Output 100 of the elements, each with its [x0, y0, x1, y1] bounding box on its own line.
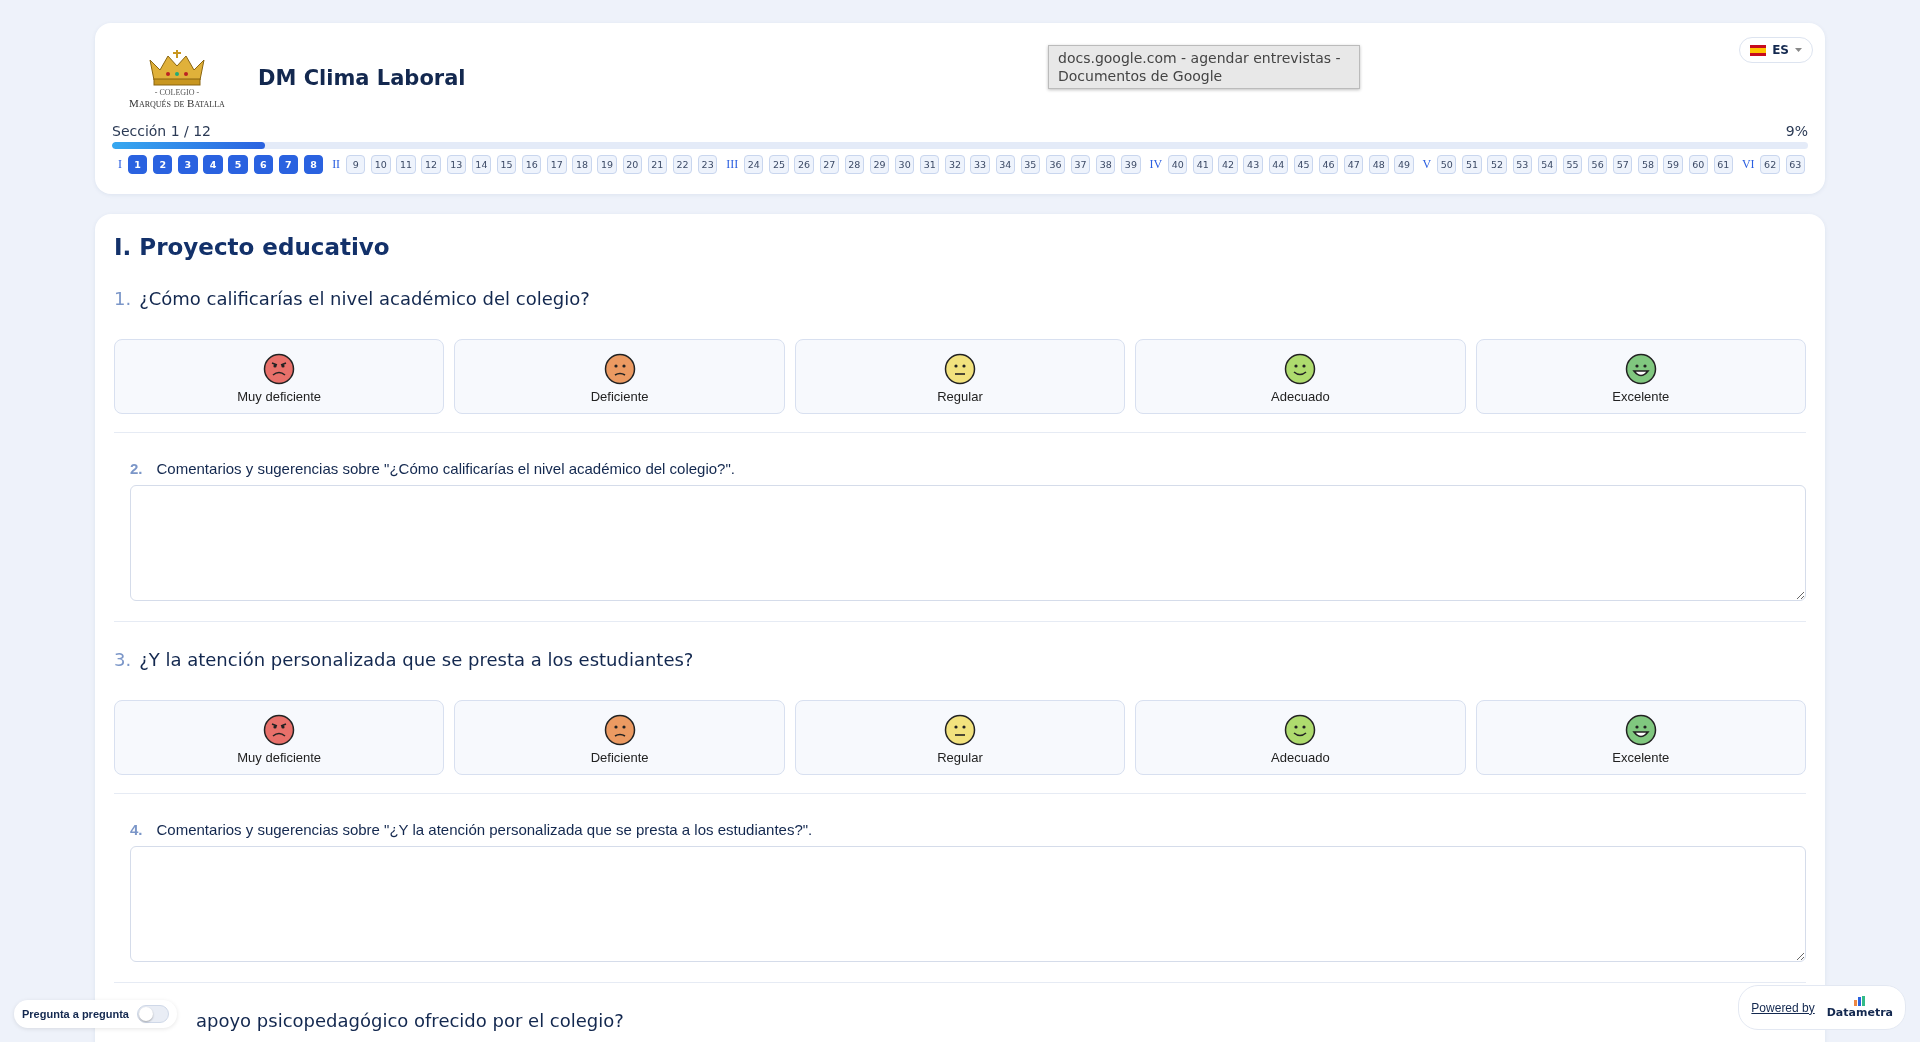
question-nav-chip[interactable]: 61 [1713, 155, 1734, 174]
bar-chart-icon [1853, 996, 1866, 1006]
question-nav-chip[interactable]: 45 [1293, 155, 1314, 174]
question-nav-chip[interactable]: 39 [1121, 155, 1141, 174]
question-text: apoyo psicopedagógico ofrecido por el colegio? [196, 1010, 624, 1031]
question-nav-chip[interactable]: 59 [1663, 155, 1683, 174]
face-icon [1284, 713, 1317, 746]
rating-option[interactable]: Regular [794, 339, 1126, 414]
section-numeral: IV [1149, 157, 1163, 172]
language-selector[interactable]: ES [1739, 37, 1813, 63]
question-nav-chip[interactable]: 62 [1760, 155, 1780, 174]
logo-name: Marqués de Batalla [129, 96, 225, 109]
rating-option[interactable]: Regular [794, 700, 1126, 775]
question-nav-chip[interactable]: 56 [1587, 155, 1608, 174]
section-numeral: VI [1741, 157, 1755, 172]
question-nav-chip[interactable]: 40 [1168, 155, 1188, 174]
question-nav-chip[interactable]: 29 [869, 155, 890, 174]
question-nav-chip[interactable]: 63 [1785, 155, 1805, 174]
rating-option[interactable]: Adecuado [1135, 339, 1466, 414]
question-nav-chip[interactable]: 15 [496, 155, 517, 174]
rating-option[interactable]: Deficiente [454, 700, 785, 775]
question-nav-chip[interactable]: 51 [1462, 155, 1482, 174]
question-nav-chip[interactable]: 25 [769, 155, 789, 174]
question-nav-chip[interactable]: 54 [1537, 155, 1558, 174]
section-title: I. Proyecto educativo [114, 234, 391, 260]
question-nav-chip[interactable]: 36 [1045, 155, 1066, 174]
rating-option[interactable]: Excelente [1475, 339, 1806, 414]
question-nav-chip[interactable]: 10 [371, 155, 391, 174]
progress-percent: 9% [1785, 123, 1808, 139]
question-nav-chip[interactable]: 47 [1344, 155, 1364, 174]
question-nav-chip[interactable]: 44 [1268, 155, 1288, 174]
toggle-switch[interactable] [136, 1005, 169, 1023]
question-nav-chip[interactable]: 3 [178, 155, 198, 174]
face-icon [944, 352, 976, 385]
question-nav-chip[interactable]: 52 [1487, 155, 1507, 174]
question-nav-chip[interactable]: 11 [396, 155, 416, 174]
question-nav-chip[interactable]: 6 [253, 155, 273, 174]
question-nav-chip[interactable]: 9 [346, 155, 366, 174]
question-nav-chip[interactable]: 28 [844, 155, 865, 174]
question-nav-chip[interactable]: 23 [698, 155, 718, 174]
question-nav-chip[interactable]: 19 [597, 155, 617, 174]
rating-option[interactable]: Muy deficiente [114, 700, 445, 775]
rating-option[interactable]: Muy deficiente [114, 339, 445, 414]
question-nav-chip[interactable]: 8 [303, 155, 324, 174]
face-icon [603, 713, 636, 746]
survey-title: DM Clima Laboral [258, 66, 466, 90]
comment-field[interactable] [130, 485, 1806, 601]
face-icon [603, 352, 636, 385]
rating-option[interactable]: Deficiente [454, 339, 785, 414]
face-icon [263, 352, 296, 385]
question-nav-chip[interactable]: 21 [647, 155, 668, 174]
question-nav-chip[interactable]: 34 [995, 155, 1015, 174]
question-nav-chip[interactable]: 55 [1562, 155, 1583, 174]
question-nav-chip[interactable]: 35 [1020, 155, 1041, 174]
question-nav-chip[interactable]: 13 [446, 155, 466, 174]
question-nav-chip[interactable]: 43 [1243, 155, 1263, 174]
question-nav-chip[interactable]: 22 [672, 155, 693, 174]
question-nav-chip[interactable]: 49 [1394, 155, 1414, 174]
question-nav-chip[interactable]: 27 [819, 155, 839, 174]
question-nav-chip[interactable]: 1 [127, 155, 148, 174]
comment-prompt: 4. Comentarios y sugerencias sobre "¿Y la atención personalizada que se presta a los estudiantes?". [130, 821, 814, 838]
question-nav-chip[interactable]: 2 [153, 155, 173, 174]
question-nav-chip[interactable]: 37 [1070, 155, 1091, 174]
question-nav-chip[interactable]: 33 [970, 155, 990, 174]
brand-name: Datametra [1826, 1006, 1893, 1019]
question-nav-chip[interactable]: 16 [522, 155, 542, 174]
question-nav-chip[interactable]: 14 [471, 155, 492, 174]
powered-by-link[interactable]: Powered by [1751, 1000, 1815, 1015]
question-nav-chip[interactable]: 60 [1688, 155, 1708, 174]
question-nav-chip[interactable]: 50 [1437, 155, 1457, 174]
question-nav-chip[interactable]: 5 [228, 155, 248, 174]
question-nav-chip[interactable]: 12 [421, 155, 441, 174]
question-nav-chip[interactable]: 48 [1369, 155, 1389, 174]
caret-icon [1795, 48, 1802, 52]
comment-prompt: 2. Comentarios y sugerencias sobre "¿Cómo calificarías el nivel académico del colegio?". [130, 460, 736, 477]
comment-field[interactable] [130, 846, 1806, 962]
question-nav-chip[interactable]: 24 [744, 155, 764, 174]
face-icon [1624, 713, 1657, 746]
section-counter: Sección 1 / 12 [112, 123, 211, 139]
question-nav-chip[interactable]: 46 [1318, 155, 1339, 174]
question-nav-chip[interactable]: 42 [1218, 155, 1238, 174]
question-nav-chip[interactable]: 17 [547, 155, 567, 174]
question-nav-chip[interactable]: 32 [945, 155, 965, 174]
question-nav-chip[interactable]: 26 [794, 155, 814, 174]
question-nav-chip[interactable]: 57 [1613, 155, 1633, 174]
question-nav-chip[interactable]: 20 [622, 155, 642, 174]
question-nav-chip[interactable]: 18 [572, 155, 592, 174]
section-numeral: III [726, 157, 739, 172]
question-nav-chip[interactable]: 4 [203, 155, 223, 174]
question-nav-chip[interactable]: 30 [894, 155, 915, 174]
face-icon [944, 713, 976, 746]
question-nav-chip[interactable]: 58 [1638, 155, 1658, 174]
question-nav-chip[interactable]: 31 [920, 155, 940, 174]
rating-option[interactable]: Excelente [1475, 700, 1806, 775]
question-nav-chip[interactable]: 41 [1193, 155, 1213, 174]
question-nav-chip[interactable]: 38 [1096, 155, 1116, 174]
section-numeral: II [332, 157, 341, 172]
question-nav-chip[interactable]: 7 [278, 155, 299, 174]
rating-option[interactable]: Adecuado [1135, 700, 1466, 775]
question-nav-chip[interactable]: 53 [1512, 155, 1532, 174]
